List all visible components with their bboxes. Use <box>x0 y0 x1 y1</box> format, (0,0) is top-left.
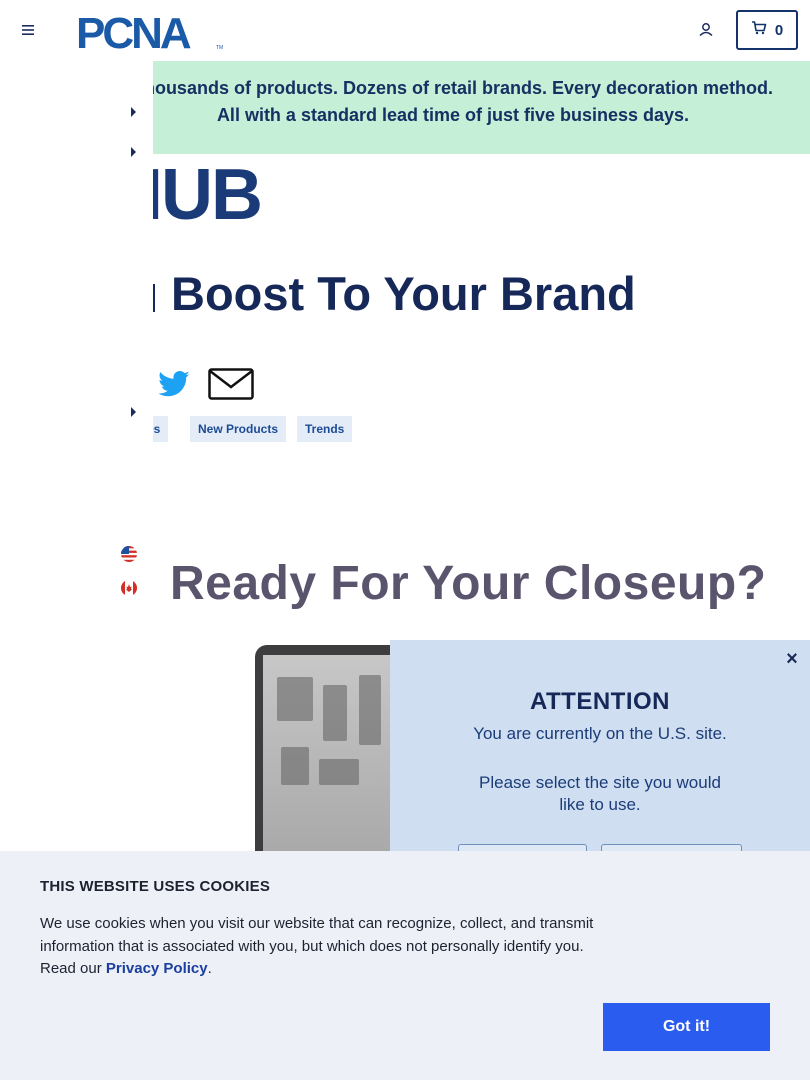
close-icon[interactable]: × <box>783 648 801 670</box>
headline-edge <box>153 284 155 312</box>
privacy-policy-link[interactable]: Privacy Policy <box>106 960 208 977</box>
cookie-body-end: . <box>207 960 212 977</box>
promo-banner: Thousands of products. Dozens of retail … <box>153 61 810 154</box>
cart-count: 0 <box>774 21 784 39</box>
tag-chip[interactable]: ries <box>153 416 169 442</box>
tag-chip[interactable]: New Products <box>190 416 287 442</box>
cart-button[interactable]: 0 <box>736 10 798 50</box>
site-select-modal: × ATTENTION You are currently on the U.S… <box>390 640 810 851</box>
site-header: PCNA TM 0 <box>0 0 810 61</box>
modal-select-text: Please select the site you would like to… <box>479 773 721 814</box>
cookie-text: We use cookies when you visit our websit… <box>40 913 600 981</box>
logo-text: PCNA <box>76 11 191 51</box>
article-headline-area: Boost To Your Brand <box>153 262 793 324</box>
us-flag-icon[interactable] <box>121 546 137 562</box>
article-tags: ries New Products Trends <box>153 416 413 442</box>
cookie-banner: THIS WEBSITE USES COOKIES We use cookies… <box>0 851 810 1080</box>
modal-current-site-text: You are currently on the U.S. site. <box>473 724 727 743</box>
hero-laptop-image <box>255 645 395 860</box>
menu-caret-icon[interactable] <box>131 147 136 157</box>
user-icon[interactable] <box>696 20 716 40</box>
menu-caret-icon[interactable] <box>131 107 136 117</box>
article-headline: Boost To Your Brand <box>171 267 636 320</box>
cookie-title: THIS WEBSITE USES COOKIES <box>40 878 271 895</box>
pcna-logo[interactable]: PCNA TM <box>76 9 224 58</box>
promo-banner-text: Thousands of products. Dozens of retail … <box>153 78 774 125</box>
tag-chip[interactable]: Trends <box>297 416 353 442</box>
canada-site-button[interactable] <box>601 844 742 851</box>
mail-icon[interactable] <box>208 368 254 400</box>
hub-wordmark: HUB <box>153 158 263 224</box>
hub-logo: HUB <box>153 158 293 224</box>
us-site-button[interactable] <box>458 844 587 851</box>
hero-title: Ready For Your Closeup? <box>170 557 767 610</box>
twitter-icon[interactable] <box>157 370 191 400</box>
hamburger-icon[interactable] <box>18 20 38 40</box>
cart-icon <box>751 20 767 40</box>
svg-text:TM: TM <box>216 45 223 51</box>
laptop-screen <box>263 655 395 860</box>
canada-flag-icon[interactable] <box>121 580 137 596</box>
modal-title: ATTENTION <box>529 688 671 715</box>
got-it-button[interactable]: Got it! <box>603 1003 770 1051</box>
menu-caret-icon[interactable] <box>131 407 136 417</box>
